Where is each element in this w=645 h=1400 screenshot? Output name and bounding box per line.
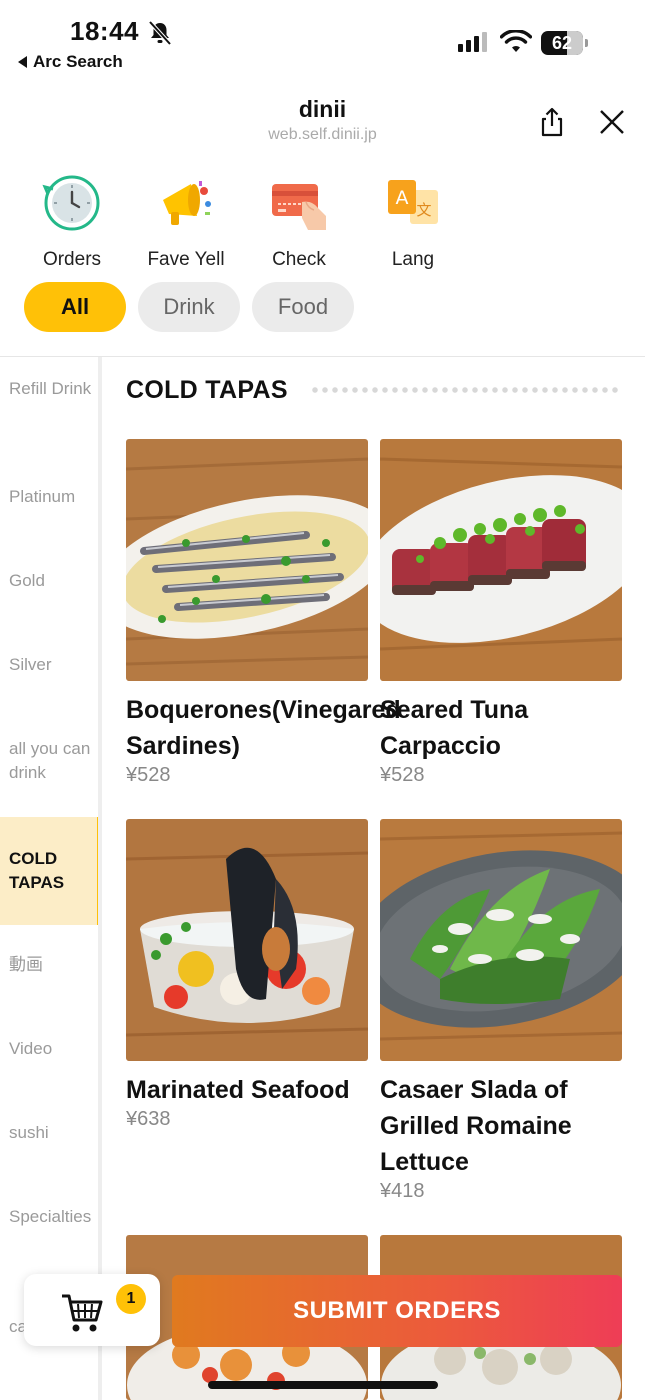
cart-button[interactable]: 1 [24, 1274, 160, 1346]
close-icon[interactable] [596, 106, 628, 138]
bell-muted-icon [148, 20, 172, 46]
back-arrow-icon [18, 56, 27, 68]
orders-button[interactable]: Orders [17, 172, 127, 271]
sidebar-item-all-you-can-drink[interactable]: all you can drink [0, 717, 98, 825]
menu-item-name: Seared Tuna Carpaccio [380, 696, 529, 760]
translate-icon: 文 A [388, 180, 438, 224]
menu-item-price: ¥528 [380, 764, 425, 786]
grilled-romaine-photo [352, 819, 645, 1061]
battery-level: 62 [551, 32, 573, 53]
category-sidebar[interactable]: Refill Drink Platinum Gold Silver all yo… [0, 357, 102, 1400]
home-indicator [208, 1381, 438, 1389]
sidebar-item-cold-tapas[interactable]: COLD TAPAS [0, 817, 98, 925]
menu-item-price: ¥528 [126, 764, 171, 786]
battery-indicator: 62 [541, 31, 588, 55]
status-bar: 18:44 Arc Search 62 [0, 0, 645, 80]
sidebar-item-refill-drink[interactable]: Refill Drink [0, 357, 98, 465]
wifi-icon [500, 30, 532, 52]
submit-orders-button[interactable]: SUBMIT ORDERS [172, 1275, 622, 1347]
marinated-seafood-photo [125, 819, 369, 1061]
menu-item-card[interactable]: Marinated Seafood ¥638 [125, 819, 369, 1131]
status-time: 18:44 [70, 16, 139, 46]
fave-yell-label: Fave Yell [147, 249, 225, 270]
menu-item-price: ¥418 [380, 1180, 425, 1202]
orders-label: Orders [42, 249, 102, 270]
fave-yell-button[interactable]: Fave Yell [131, 172, 241, 271]
credit-card-icon [272, 184, 326, 230]
filter-all[interactable]: All [24, 282, 126, 332]
lang-button[interactable]: 文 A Lang [358, 172, 468, 271]
share-icon[interactable] [536, 106, 568, 138]
section-divider-dots [310, 387, 622, 393]
check-label: Check [272, 249, 326, 270]
cellular-signal-icon [458, 32, 487, 52]
menu-item-card[interactable]: Boquerones(Vinegared Sardines) ¥528 [98, 439, 401, 787]
clock-icon [42, 175, 100, 231]
svg-text:A: A [396, 187, 409, 209]
back-to-app-link[interactable]: Arc Search [18, 52, 123, 72]
menu-item-card[interactable]: Casaer Slada of Grilled Romaine Lettuce … [352, 819, 645, 1203]
menu-item-name: Marinated Seafood [126, 1076, 350, 1104]
section-title: COLD TAPAS [126, 376, 288, 404]
filter-food[interactable]: Food [252, 282, 354, 332]
boquerones-photo [98, 439, 394, 681]
filter-drink[interactable]: Drink [138, 282, 240, 332]
menu-item-card[interactable]: Seared Tuna Carpaccio ¥528 [358, 439, 645, 787]
menu-item-name: Casaer Slada of Grilled Romaine Lettuce [380, 1076, 572, 1176]
back-app-label: Arc Search [33, 52, 123, 71]
menu-item-name: Boquerones(Vinegared Sardines) [126, 696, 401, 760]
cart-count-badge: 1 [116, 1284, 146, 1314]
seared-tuna-photo [358, 439, 645, 681]
lang-label: Lang [391, 249, 435, 270]
svg-text:文: 文 [416, 201, 431, 219]
megaphone-icon [163, 181, 211, 225]
check-button[interactable]: Check [244, 172, 354, 271]
cart-icon [62, 1294, 103, 1332]
menu-item-price: ¥638 [126, 1108, 171, 1130]
